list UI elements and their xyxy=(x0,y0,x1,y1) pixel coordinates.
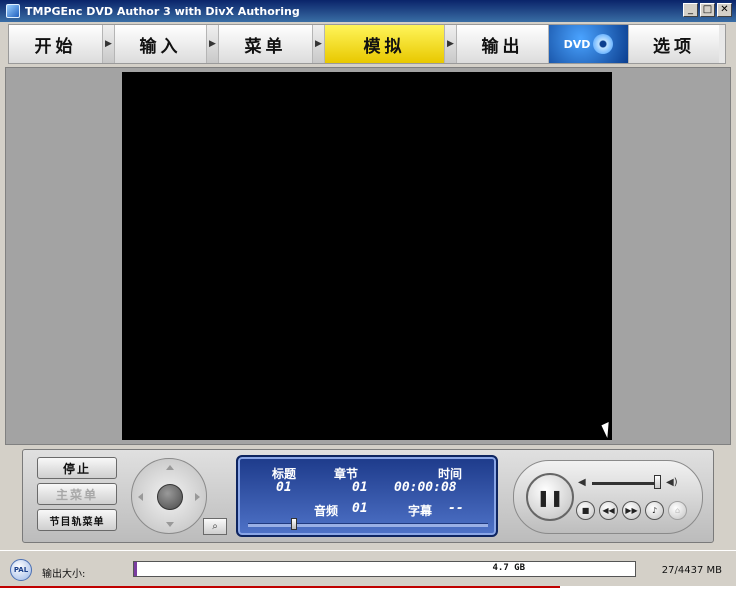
seek-bar[interactable] xyxy=(248,523,488,527)
volume-slider[interactable] xyxy=(592,482,660,485)
preview-area xyxy=(5,67,731,445)
volume-thumb[interactable] xyxy=(654,475,661,489)
tab-start[interactable]: 开始 xyxy=(9,25,103,63)
main-menu-button[interactable]: 主菜单 xyxy=(37,483,117,505)
player-display: 标题 01 章节 01 时间 00:00:08 音频 01 字幕 -- xyxy=(236,455,498,537)
video-preview[interactable] xyxy=(122,72,612,440)
arrow-down-icon[interactable] xyxy=(166,522,174,527)
lock-icon[interactable]: ⌂ xyxy=(668,501,687,520)
status-bar: PAL 输出大小: 4.7 GB 27/4437 MB xyxy=(0,550,736,586)
transport-buttons: ■ ◀◀ ▶▶ ♪ ⌂ xyxy=(576,501,687,520)
output-size-fill xyxy=(134,562,137,576)
output-size-label: 输出大小: xyxy=(42,569,86,580)
arrow-right-icon[interactable] xyxy=(195,493,200,501)
stop-icon[interactable]: ■ xyxy=(576,501,595,520)
disc-capacity: 4.7 GB xyxy=(492,563,525,573)
time-value: 00:00:08 xyxy=(394,480,457,495)
dvd-logo: DVD xyxy=(549,25,629,63)
chevron-right-icon: ▶ xyxy=(207,25,219,63)
volume-up-icon[interactable]: ◀) xyxy=(666,477,678,488)
chapter-value: 01 xyxy=(352,480,368,495)
window-controls: _ □ ✕ xyxy=(683,3,732,17)
previous-chapter-icon[interactable]: ◀◀ xyxy=(599,501,618,520)
maximize-button[interactable]: □ xyxy=(700,3,715,17)
audio-track-icon[interactable]: ♪ xyxy=(645,501,664,520)
app-window: TMPGEnc DVD Author 3 with DivX Authoring… xyxy=(0,0,736,590)
window-title: TMPGEnc DVD Author 3 with DivX Authoring xyxy=(25,4,300,18)
dvd-logo-text: DVD xyxy=(563,37,591,51)
chevron-right-icon: ▶ xyxy=(313,25,325,63)
title-bar: TMPGEnc DVD Author 3 with DivX Authoring… xyxy=(0,0,736,22)
tab-simulate[interactable]: 模拟 xyxy=(325,25,445,63)
subtitle-value: -- xyxy=(448,501,464,516)
disc-icon xyxy=(593,34,614,54)
minimize-button[interactable]: _ xyxy=(683,3,698,17)
chevron-right-icon: ▶ xyxy=(445,25,457,63)
step-tabs: 开始 ▶ 输入 ▶ 菜单 ▶ 模拟 ▶ 输出 DVD 选项 xyxy=(8,24,726,64)
next-chapter-icon[interactable]: ▶▶ xyxy=(622,501,641,520)
arrow-left-icon[interactable] xyxy=(138,493,143,501)
subtitle-label: 字幕 xyxy=(408,504,433,518)
app-icon xyxy=(6,4,20,18)
title-menu-button[interactable]: 节目轨菜单 xyxy=(37,509,117,531)
tab-input[interactable]: 输入 xyxy=(115,25,207,63)
zoom-icon[interactable]: ⌕ xyxy=(203,518,227,535)
enter-button[interactable] xyxy=(157,484,183,510)
direction-pad[interactable] xyxy=(131,458,207,534)
underline-strip xyxy=(0,586,560,588)
tab-options[interactable]: 选项 xyxy=(629,25,719,63)
chevron-right-icon: ▶ xyxy=(103,25,115,63)
output-size-bar: 4.7 GB xyxy=(133,561,636,577)
menu-buttons: 停止 主菜单 节目轨菜单 xyxy=(37,457,117,531)
audio-value: 01 xyxy=(352,501,368,516)
tab-output[interactable]: 输出 xyxy=(457,25,549,63)
volume-down-icon[interactable]: ◀ xyxy=(578,477,586,488)
audio-label: 音频 xyxy=(314,504,339,518)
output-size-value: 27/4437 MB xyxy=(661,565,722,576)
close-button[interactable]: ✕ xyxy=(717,3,732,17)
pal-icon[interactable]: PAL xyxy=(10,559,32,581)
seek-thumb[interactable] xyxy=(291,518,297,530)
pause-button[interactable]: ❚❚ xyxy=(526,473,574,521)
transport-controls: ❚❚ ◀ ◀) ■ ◀◀ ▶▶ ♪ ⌂ xyxy=(513,460,703,534)
stop-button[interactable]: 停止 xyxy=(37,457,117,479)
dvd-player-controls: 停止 主菜单 节目轨菜单 ⌕ 标题 01 章节 01 时间 00:00:08 音… xyxy=(22,449,714,543)
arrow-up-icon[interactable] xyxy=(166,465,174,470)
tab-menu[interactable]: 菜单 xyxy=(219,25,313,63)
title-value: 01 xyxy=(276,480,292,495)
